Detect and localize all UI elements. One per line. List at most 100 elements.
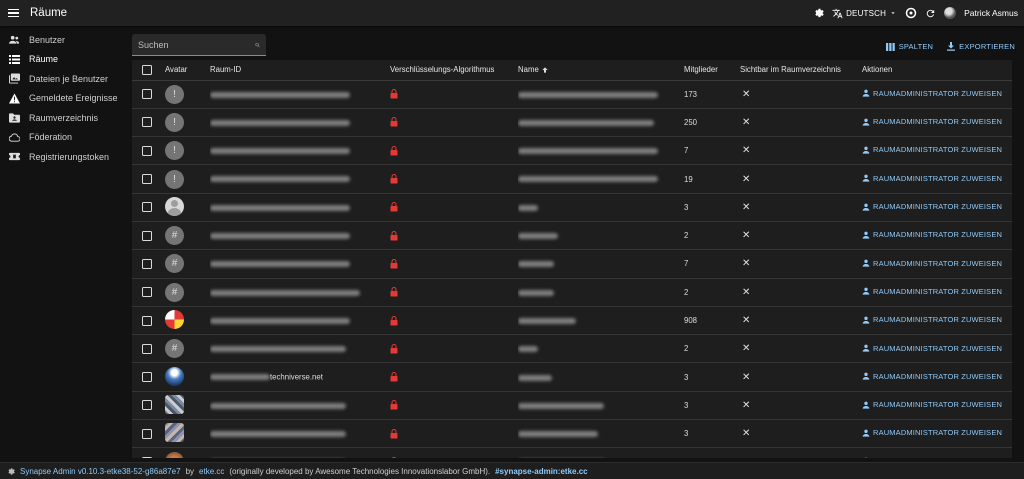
- row-checkbox[interactable]: [142, 287, 152, 298]
- user-avatar[interactable]: [944, 7, 957, 19]
- room-name-redacted: [518, 374, 552, 381]
- sidebar-item-media[interactable]: Dateien je Benutzer: [0, 69, 125, 89]
- user-name[interactable]: Patrick Asmus: [964, 8, 1018, 18]
- assign-room-admin-button[interactable]: RAUMADMINISTRATOR ZUWEISEN: [862, 89, 1002, 98]
- row-checkbox[interactable]: [142, 202, 152, 213]
- header-room-id[interactable]: Raum-ID: [210, 60, 390, 81]
- name-cell: [518, 419, 684, 449]
- table-row[interactable]: ! 250 ✕ RAUMADMINISTRATOR ZUWEISEN: [132, 108, 1012, 138]
- person-icon: [862, 288, 870, 296]
- assign-room-admin-button[interactable]: RAUMADMINISTRATOR ZUWEISEN: [862, 457, 1002, 458]
- header-name[interactable]: Name: [518, 60, 684, 81]
- search-input[interactable]: [138, 39, 255, 50]
- row-checkbox[interactable]: [142, 174, 152, 185]
- sidebar-item-reports[interactable]: Gemeldete Ereignisse: [0, 89, 125, 109]
- table-row[interactable]: 3✕ RAUMADMINISTRATOR ZUWEISEN: [132, 391, 1012, 421]
- support-room-link[interactable]: #synapse-admin:etke.cc: [495, 467, 588, 476]
- header-public[interactable]: Sichtbar im Raumverzeichnis: [740, 60, 862, 81]
- sidebar-item-rooms[interactable]: Räume: [0, 50, 125, 70]
- row-checkbox[interactable]: [142, 230, 152, 241]
- columns-button[interactable]: SPALTEN: [885, 42, 933, 51]
- avatar-cell: #: [165, 278, 210, 307]
- room-avatar: !: [165, 112, 184, 132]
- header-encryption[interactable]: Verschlüsselungs-Algorithmus: [390, 60, 518, 81]
- assign-room-admin-button[interactable]: RAUMADMINISTRATOR ZUWEISEN: [862, 315, 1002, 324]
- search-box[interactable]: [132, 34, 266, 56]
- select-cell[interactable]: [132, 164, 165, 194]
- assign-room-admin-button[interactable]: RAUMADMINISTRATOR ZUWEISEN: [862, 400, 1002, 409]
- refresh-icon[interactable]: [925, 8, 936, 19]
- row-checkbox[interactable]: [142, 400, 152, 411]
- version-link[interactable]: Synapse Admin v0.10.3-etke38-52-g86a87e7: [20, 467, 181, 476]
- select-cell[interactable]: [132, 278, 165, 307]
- row-checkbox[interactable]: [142, 315, 152, 326]
- table-row[interactable]: 3✕ RAUMADMINISTRATOR ZUWEISEN: [132, 419, 1012, 449]
- company-link[interactable]: etke.cc: [199, 467, 224, 476]
- select-cell[interactable]: [132, 249, 165, 279]
- assign-room-admin-button[interactable]: RAUMADMINISTRATOR ZUWEISEN: [862, 428, 1002, 437]
- select-cell[interactable]: [132, 334, 165, 364]
- room-id-cell: [210, 391, 390, 421]
- select-cell[interactable]: [132, 108, 165, 138]
- table-row[interactable]: 3✕ RAUMADMINISTRATOR ZUWEISEN: [132, 193, 1012, 222]
- settings-icon[interactable]: [812, 7, 824, 19]
- assign-room-admin-button[interactable]: RAUMADMINISTRATOR ZUWEISEN: [862, 230, 1002, 239]
- menu-icon[interactable]: [8, 5, 24, 21]
- public-cell: ✕: [740, 221, 862, 251]
- language-selector[interactable]: DEUTSCH: [832, 8, 897, 19]
- person-icon: [862, 231, 870, 239]
- export-button[interactable]: EXPORTIEREN: [947, 42, 1015, 51]
- room-id-cell: [210, 278, 390, 307]
- sidebar-item-federation[interactable]: Föderation: [0, 128, 125, 148]
- select-cell[interactable]: [132, 391, 165, 421]
- room-id-text: techniverse.net: [270, 372, 323, 382]
- sidebar-item-room-directory[interactable]: Raumverzeichnis: [0, 108, 125, 128]
- select-all-cell[interactable]: [132, 60, 165, 81]
- assign-room-admin-button[interactable]: RAUMADMINISTRATOR ZUWEISEN: [862, 202, 1002, 211]
- select-cell[interactable]: [132, 362, 165, 392]
- table-row[interactable]: ! 19 ✕ RAUMADMINISTRATOR ZUWEISEN: [132, 164, 1012, 194]
- select-cell[interactable]: [132, 193, 165, 222]
- table-row[interactable]: techniverse.net 3 ✕ RAUMADMINISTRATOR ZUWEI…: [132, 362, 1012, 392]
- row-checkbox[interactable]: [142, 145, 152, 156]
- select-cell[interactable]: [132, 80, 165, 109]
- select-cell[interactable]: [132, 419, 165, 449]
- table-row[interactable]: #2 ✕ RAUMADMINISTRATOR ZUWEISEN: [132, 221, 1012, 251]
- select-cell[interactable]: [132, 136, 165, 166]
- select-cell[interactable]: [132, 306, 165, 336]
- table-row[interactable]: #2 ✕ RAUMADMINISTRATOR ZUWEISEN: [132, 334, 1012, 364]
- assign-room-admin-button[interactable]: RAUMADMINISTRATOR ZUWEISEN: [862, 287, 1002, 296]
- select-cell[interactable]: [132, 221, 165, 251]
- avatar-cell: !: [165, 164, 210, 194]
- sidebar-item-users[interactable]: Benutzer: [0, 30, 125, 50]
- row-checkbox[interactable]: [142, 258, 152, 269]
- room-name-redacted: [518, 317, 576, 324]
- row-checkbox[interactable]: [142, 89, 152, 100]
- sidebar-item-registration-tokens[interactable]: Registrierungstoken: [0, 147, 125, 167]
- table-row[interactable]: 908 ✕ RAUMADMINISTRATOR ZUWEISEN: [132, 306, 1012, 336]
- table-row[interactable]: #2 ✕ RAUMADMINISTRATOR ZUWEISEN: [132, 278, 1012, 307]
- row-checkbox[interactable]: [142, 372, 152, 383]
- row-checkbox[interactable]: [142, 428, 152, 439]
- room-id-redacted: [210, 289, 360, 296]
- header-members[interactable]: Mitglieder: [684, 60, 740, 81]
- assign-room-admin-button[interactable]: RAUMADMINISTRATOR ZUWEISEN: [862, 259, 1002, 268]
- theme-toggle-icon[interactable]: [905, 7, 917, 19]
- row-checkbox[interactable]: [142, 457, 152, 458]
- row-checkbox[interactable]: [142, 343, 152, 354]
- select-cell[interactable]: [132, 447, 165, 458]
- assign-room-admin-button[interactable]: RAUMADMINISTRATOR ZUWEISEN: [862, 117, 1002, 126]
- table-row[interactable]: #7 ✕ RAUMADMINISTRATOR ZUWEISEN: [132, 249, 1012, 279]
- room-id-cell: techniverse.net: [210, 362, 390, 392]
- table-row[interactable]: 3✕ RAUMADMINISTRATOR ZUWEISEN: [132, 447, 1012, 458]
- row-checkbox[interactable]: [142, 117, 152, 128]
- assign-room-admin-button[interactable]: RAUMADMINISTRATOR ZUWEISEN: [862, 372, 1002, 381]
- assign-room-admin-button[interactable]: RAUMADMINISTRATOR ZUWEISEN: [862, 344, 1002, 353]
- assign-room-admin-button[interactable]: RAUMADMINISTRATOR ZUWEISEN: [862, 174, 1002, 183]
- members-cell: 2: [684, 278, 740, 307]
- table-row[interactable]: ! 7 ✕ RAUMADMINISTRATOR ZUWEISEN: [132, 136, 1012, 166]
- table-row[interactable]: ! 173 ✕ RAUMADMINISTRATOR ZUWEISEN: [132, 80, 1012, 109]
- select-all-checkbox[interactable]: [142, 64, 152, 75]
- name-cell: [518, 362, 684, 392]
- assign-room-admin-button[interactable]: RAUMADMINISTRATOR ZUWEISEN: [862, 145, 1002, 154]
